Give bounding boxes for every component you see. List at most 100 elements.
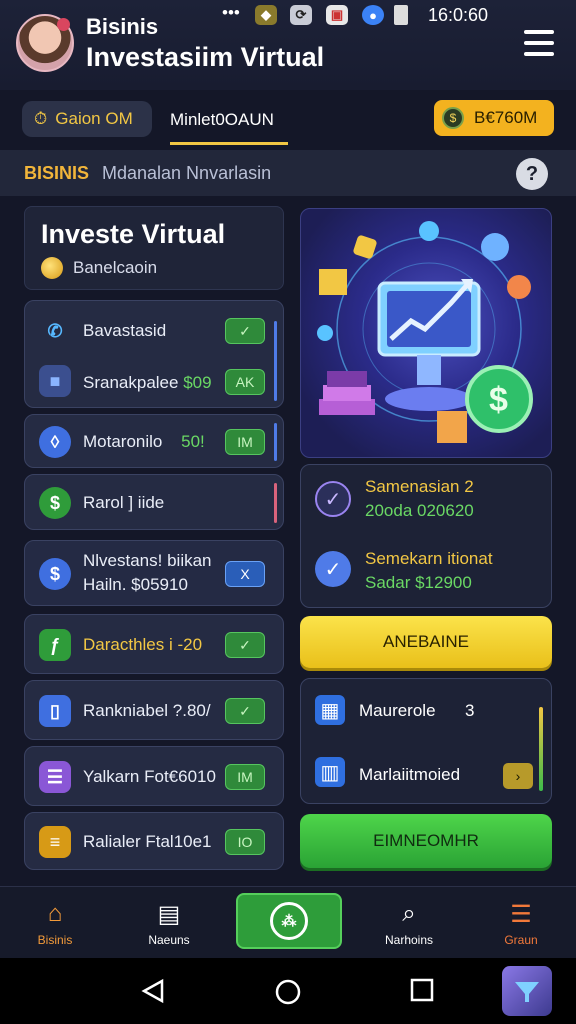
list-item-label: Sranakpalee $09 bbox=[83, 373, 212, 393]
bars-icon: ☰ bbox=[510, 900, 532, 928]
nav-search[interactable]: ⌕ Narhoins bbox=[364, 899, 454, 947]
shield-icon: ◊ bbox=[39, 426, 71, 458]
funnel-icon bbox=[515, 982, 539, 1002]
io-badge[interactable]: IO bbox=[225, 829, 265, 855]
scroll-indicator bbox=[274, 483, 277, 523]
row-label: Motaronilo bbox=[83, 432, 163, 451]
home-circle-icon[interactable] bbox=[274, 978, 302, 1006]
hero-subtitle-text: Banelcaoin bbox=[73, 258, 158, 277]
nav-news-label: Naeuns bbox=[148, 933, 190, 947]
list-item-label: Rankniabel ?.80/ bbox=[83, 701, 211, 720]
list-item-label: Ralialer Ftal10e1 bbox=[83, 832, 212, 851]
dollar-circle-icon: $ bbox=[39, 487, 71, 519]
bottom-nav: ⌂ Bisinis ▤ Naeuns ⁂ ⌕ Narhoins ☰ Graun bbox=[0, 886, 576, 958]
market-value: 3 bbox=[465, 701, 475, 720]
chrome-icon: ● bbox=[362, 5, 384, 25]
stats-card: ✓ Samenasian 2 20oda 020620 ✓ Semekarn i… bbox=[300, 464, 552, 608]
menu-icon[interactable] bbox=[524, 30, 554, 56]
tab-gaion[interactable]: ⏱ Gaion OM bbox=[22, 101, 152, 137]
coins-stack-icon: ≡ bbox=[39, 826, 71, 858]
clock-icon: ⏱ bbox=[34, 109, 48, 128]
home-icon: ⌂ bbox=[47, 900, 63, 927]
notification-icon: ◆ bbox=[255, 5, 277, 25]
sync-icon: ⟳ bbox=[290, 5, 312, 25]
search-icon: ⌕ bbox=[402, 900, 416, 927]
help-icon[interactable]: ? bbox=[516, 158, 548, 190]
check-icon: ✓ bbox=[315, 481, 351, 517]
list-item-label: Daracthles i -20 bbox=[83, 635, 202, 655]
list-item[interactable]: ƒ Daracthles i -20 ✓ bbox=[24, 614, 284, 674]
hero-title: Investe Virtual bbox=[41, 219, 226, 249]
status-dots: ••• bbox=[222, 3, 240, 22]
phone-icon: ✆ bbox=[47, 320, 63, 341]
status-bar: ••• ◆ ⟳ ▣ ● 16:0:60 bbox=[0, 0, 576, 30]
recents-icon[interactable] bbox=[410, 978, 434, 1002]
scroll-indicator bbox=[274, 423, 277, 461]
list-item-line2: Hailn. $05910 bbox=[83, 575, 188, 594]
list-group: ✆ Bavastasid ✓ ■ Sranakpalee $09 AK bbox=[24, 300, 284, 408]
close-badge[interactable]: X bbox=[225, 561, 265, 587]
ak-badge[interactable]: AK bbox=[225, 369, 265, 395]
secondary-button[interactable]: EIMNEOMHR bbox=[300, 814, 552, 868]
level-bar bbox=[539, 707, 543, 791]
news-icon: ▤ bbox=[157, 900, 181, 928]
section-tag: BISINIS bbox=[24, 163, 90, 183]
list-item-label: Yalkarn Fot€6010 bbox=[83, 767, 216, 786]
im-badge[interactable]: IM bbox=[225, 429, 265, 455]
stat-title: Semekarn itionat bbox=[365, 549, 493, 568]
app-shortcut-icon[interactable] bbox=[502, 966, 552, 1016]
hero-card: Investe Virtual Banelcaoin bbox=[24, 206, 284, 290]
check-badge[interactable]: ✓ bbox=[225, 318, 265, 344]
list-item-label: Rarol ] iide bbox=[83, 493, 165, 512]
tab-gaion-label: Gaion OM bbox=[55, 109, 133, 128]
nav-growth-label: Graun bbox=[504, 933, 538, 947]
nav-growth[interactable]: ☰ Graun bbox=[476, 899, 566, 948]
system-nav bbox=[0, 958, 576, 1024]
primary-button[interactable]: ANEBAINE bbox=[300, 616, 552, 668]
bar-chart-icon: ▥ bbox=[315, 757, 345, 787]
nav-home[interactable]: ⌂ Bisinis bbox=[10, 899, 100, 947]
screenshot-icon: ▣ bbox=[326, 5, 348, 25]
document-icon: ▯ bbox=[39, 695, 71, 727]
row-label: Daracthles bbox=[83, 635, 165, 654]
section-bar: BISINIS Mdanalan Nnvarlasin ? bbox=[0, 150, 576, 196]
battery-icon bbox=[394, 5, 408, 25]
shield-check-icon: ✓ bbox=[315, 551, 351, 587]
scroll-indicator bbox=[274, 321, 277, 401]
nav-search-label: Narhoins bbox=[384, 933, 434, 947]
row-value: 50! bbox=[181, 432, 205, 451]
stat-detail: 20oda 020620 bbox=[365, 501, 474, 520]
list-item[interactable]: ▯ Rankniabel ?.80/ ✓ bbox=[24, 680, 284, 740]
hero-subtitle: Banelcaoin bbox=[41, 257, 157, 279]
list-item[interactable]: ◊ Motaronilo 50! IM bbox=[24, 414, 284, 468]
tab-active[interactable]: Minlet0OAUN bbox=[170, 110, 274, 130]
chart-icon: ƒ bbox=[39, 629, 71, 661]
im-badge[interactable]: IM bbox=[225, 764, 265, 790]
share-icon: ⁂ bbox=[270, 902, 308, 940]
illustration-graphic: $ bbox=[317, 221, 533, 443]
dollar-icon: $ bbox=[442, 107, 464, 129]
arrow-button[interactable]: › bbox=[503, 763, 533, 789]
tab-underline bbox=[170, 142, 288, 145]
investment-illustration: $ bbox=[300, 208, 552, 458]
list-icon: ☰ bbox=[39, 761, 71, 793]
center-action-button[interactable]: ⁂ bbox=[236, 893, 342, 949]
list-item-line1: Nlvestans! biikan bbox=[83, 551, 212, 570]
balance-badge[interactable]: $ B€760M bbox=[434, 100, 554, 136]
market-card: ▦ Maurerole 3 ▥ Marlaiitmoied › bbox=[300, 678, 552, 804]
nav-home-label: Bisinis bbox=[37, 933, 73, 947]
list-item-label: Motaronilo 50! bbox=[83, 432, 205, 452]
market-item: Marlaiitmoied bbox=[359, 765, 461, 784]
list-item[interactable]: $ Nlvestans! biikan Hailn. $05910 X bbox=[24, 540, 284, 606]
check-badge[interactable]: ✓ bbox=[225, 632, 265, 658]
nav-news[interactable]: ▤ Naeuns bbox=[124, 899, 214, 948]
list-item[interactable]: $ Rarol ] iide bbox=[24, 474, 284, 530]
balance-value: B€760M bbox=[474, 108, 538, 127]
back-icon[interactable] bbox=[140, 978, 166, 1004]
coin-icon bbox=[41, 257, 63, 279]
check-badge[interactable]: ✓ bbox=[225, 698, 265, 724]
row-value: i -20 bbox=[169, 635, 203, 654]
dollar-icon: $ bbox=[39, 558, 71, 590]
list-item[interactable]: ☰ Yalkarn Fot€6010 IM bbox=[24, 746, 284, 806]
list-item[interactable]: ≡ Ralialer Ftal10e1 IO bbox=[24, 812, 284, 870]
